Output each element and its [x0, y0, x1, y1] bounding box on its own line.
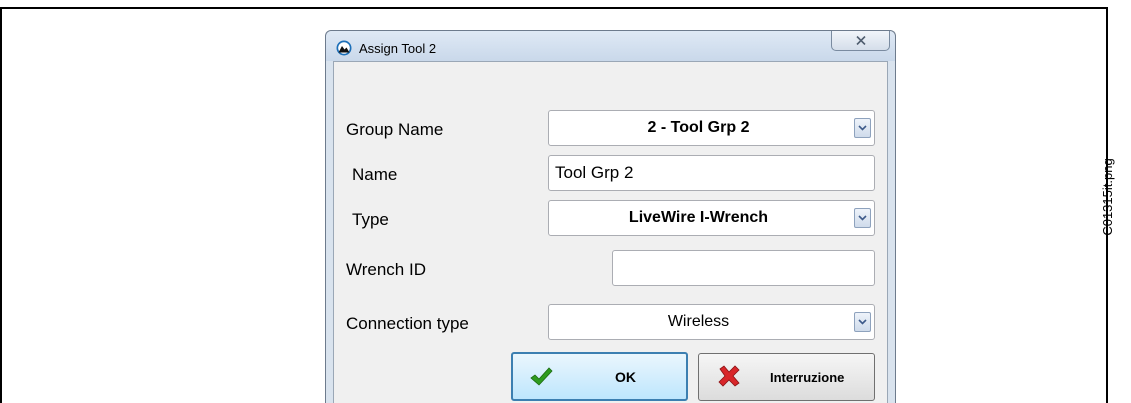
- page: C01315it.png Assign Tool 2 Group Name 2 …: [0, 0, 1131, 403]
- dialog-content: Group Name 2 - Tool Grp 2 Name Tool Grp …: [333, 61, 888, 403]
- close-button[interactable]: [831, 31, 890, 51]
- red-x-icon: [718, 365, 740, 387]
- group-name-label: Group Name: [346, 120, 444, 139]
- group-name-dropdown-button[interactable]: [854, 118, 871, 138]
- close-icon: [855, 36, 866, 45]
- dialog-title: Assign Tool 2: [359, 41, 437, 56]
- chevron-down-icon: [858, 319, 867, 325]
- group-name-select[interactable]: 2 - Tool Grp 2: [548, 110, 875, 146]
- wrench-id-input[interactable]: [612, 250, 875, 286]
- assign-tool-dialog: Assign Tool 2 Group Name 2 - Tool Grp 2 …: [325, 30, 896, 403]
- image-caption-text: C01315it.png: [1100, 158, 1115, 236]
- frame-top-border: [0, 7, 1108, 9]
- app-icon: [336, 40, 352, 56]
- ok-button-label: OK: [615, 368, 636, 385]
- chevron-down-icon: [858, 125, 867, 131]
- checkmark-icon: [530, 367, 553, 386]
- connection-type-value: Wireless: [667, 313, 730, 330]
- connection-type-label: Connection type: [346, 314, 469, 333]
- type-dropdown-button[interactable]: [854, 208, 871, 228]
- type-label: Type: [352, 210, 389, 229]
- type-select[interactable]: LiveWire I-Wrench: [548, 200, 875, 236]
- frame-left-border: [0, 7, 2, 403]
- cancel-button[interactable]: Interruzione: [698, 353, 875, 401]
- ok-button[interactable]: OK: [511, 352, 688, 401]
- name-label: Name: [352, 165, 398, 184]
- group-name-value: 2 - Tool Grp 2: [647, 119, 750, 136]
- connection-type-select[interactable]: Wireless: [548, 304, 875, 340]
- image-caption: C01315it.png: [1100, 103, 1116, 303]
- name-input[interactable]: Tool Grp 2: [548, 155, 875, 191]
- dialog-titlebar[interactable]: Assign Tool 2: [326, 31, 895, 61]
- type-value: LiveWire I-Wrench: [628, 209, 769, 226]
- chevron-down-icon: [858, 215, 867, 221]
- cancel-button-label: Interruzione: [770, 369, 845, 385]
- wrench-id-label: Wrench ID: [346, 260, 426, 279]
- connection-type-dropdown-button[interactable]: [854, 312, 871, 332]
